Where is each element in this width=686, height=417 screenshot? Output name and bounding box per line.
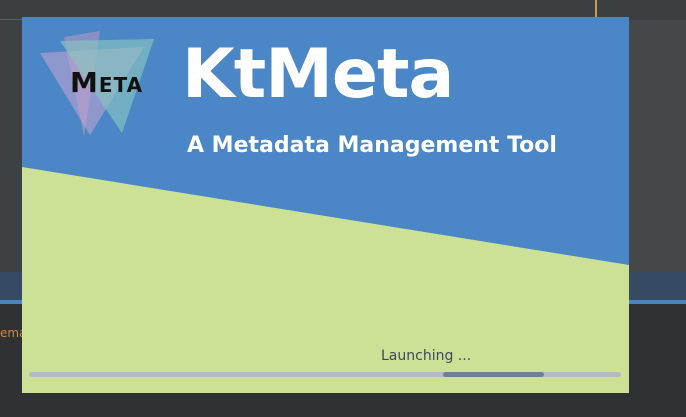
progress-bar bbox=[29, 372, 621, 377]
background-gutter bbox=[0, 20, 22, 272]
background-partial-text: ema bbox=[0, 326, 22, 340]
launch-status: Launching ... bbox=[381, 348, 472, 364]
progress-indicator bbox=[443, 372, 545, 377]
app-subtitle: A Metadata Management Tool bbox=[187, 133, 557, 158]
logo-text: Meta bbox=[70, 66, 144, 99]
logo: Meta bbox=[36, 25, 162, 143]
splash-screen: Meta KtMeta A Metadata Management Tool L… bbox=[22, 17, 629, 393]
app-title: KtMeta bbox=[182, 35, 454, 114]
